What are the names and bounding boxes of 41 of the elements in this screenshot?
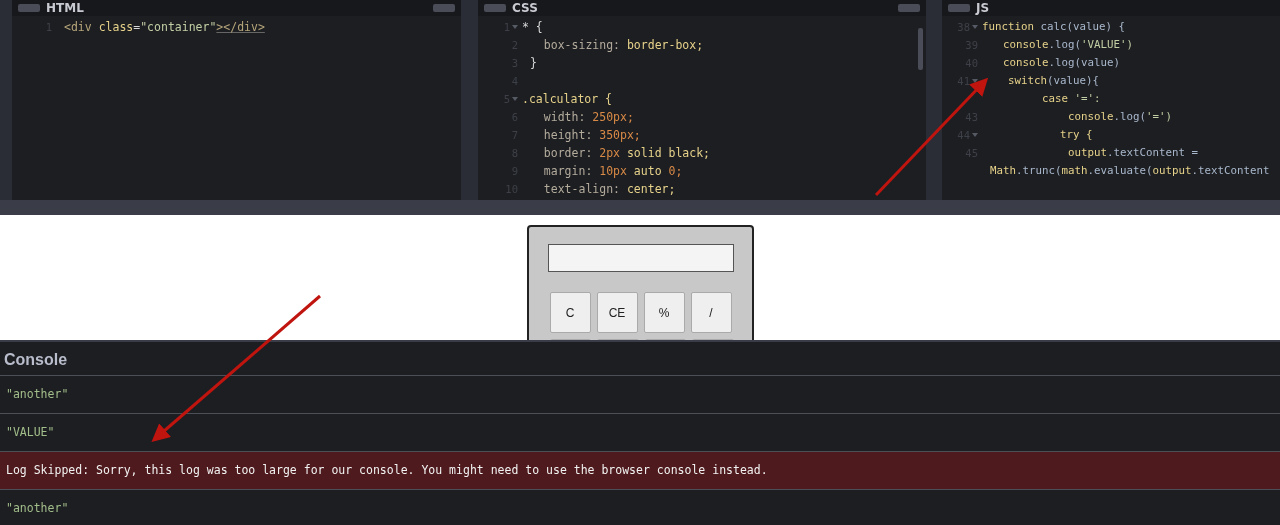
panel-title: JS [976,0,991,16]
code-line: console.log('VALUE') [1002,37,1134,53]
code-line: case '=': [1041,91,1101,107]
calculator-key[interactable]: / [690,292,732,333]
panel-settings-button[interactable] [898,4,920,12]
calculator-key[interactable]: CE [596,292,638,333]
code-line: function calc(value) { [982,19,1126,35]
code-line: <div class="container"></div> [64,19,265,36]
code-line: switch(value){ [1007,73,1100,89]
code-line: console.log('=') [1067,109,1173,125]
console-entry: "another" [0,376,1280,414]
code-line: box-sizing: border-box; [542,37,704,54]
code-line: border: 2px solid black; [542,145,711,162]
calculator-key[interactable]: C [549,292,591,333]
code-line: output.textContent = [1067,145,1199,161]
code-line: * { [522,19,543,36]
code-line: text-align: center; [542,181,676,198]
code-line: } [530,55,537,72]
panel-icon [484,4,506,12]
scrollbar[interactable] [918,28,923,70]
fold-icon[interactable] [512,24,518,30]
console-entry: Log Skipped: Sorry, this log was too large for our console. You might need to use the browser console instead. [0,452,1280,490]
code-line: height: 350px; [542,127,641,144]
code-line: width: 250px; [542,109,634,126]
panel-title: HTML [46,0,85,16]
console-title: Console [0,340,1280,376]
code-line: try { [1059,127,1093,143]
fold-icon[interactable] [972,78,978,84]
code-line: Math.trunc(math.evaluate(output.textContent [990,163,1270,179]
panel-icon [18,4,40,12]
fold-icon[interactable] [972,132,978,138]
panel-title: CSS [512,0,539,16]
code-line: console.log(value) [1002,55,1121,71]
fold-icon[interactable] [512,96,518,102]
code-line: margin: 10px auto 0; [542,163,683,180]
panel-settings-button[interactable] [433,4,455,12]
code-line: .calculator { [522,91,612,108]
console-entry: "another" [0,490,1280,525]
calculator-key[interactable]: % [643,292,685,333]
panel-icon [948,4,970,12]
fold-icon[interactable] [972,24,978,30]
